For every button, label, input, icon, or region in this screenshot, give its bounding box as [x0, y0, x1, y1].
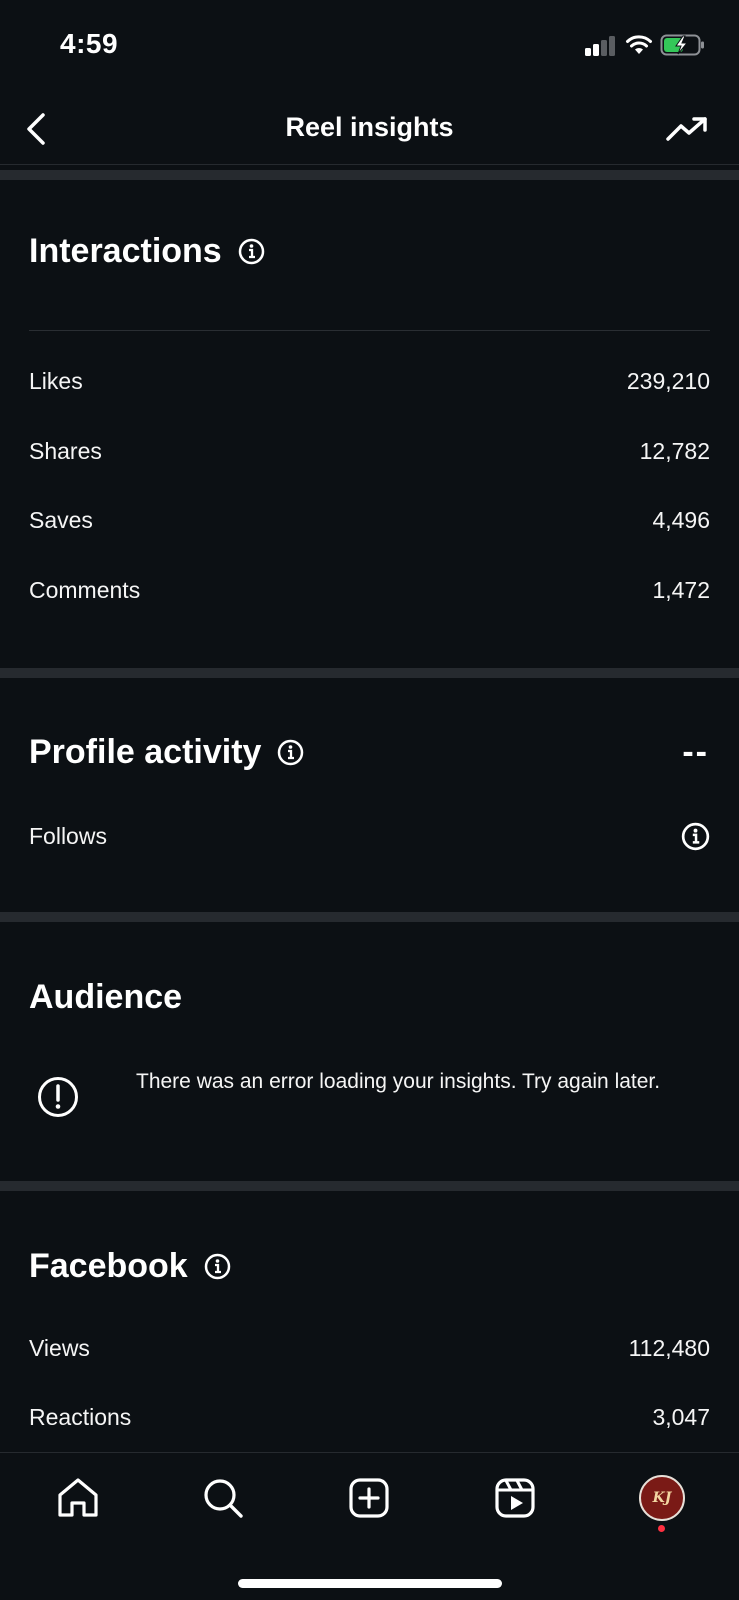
info-icon[interactable] — [204, 1253, 231, 1280]
page-title: Reel insights — [285, 112, 454, 142]
metric-value: 1,472 — [652, 576, 710, 603]
notification-dot — [658, 1525, 665, 1532]
trending-button[interactable] — [665, 109, 709, 149]
profile-activity-title-text: Profile activity — [29, 733, 262, 771]
home-indicator[interactable] — [238, 1579, 502, 1588]
profile-activity-title: Profile activity — [29, 733, 304, 772]
section-divider — [0, 912, 739, 922]
metric-row-likes: Likes 239,210 — [29, 361, 710, 401]
metric-value: 112,480 — [628, 1334, 710, 1361]
wifi-icon — [626, 35, 652, 54]
metric-value: 239,210 — [626, 367, 710, 394]
nav-home[interactable] — [53, 1473, 103, 1523]
metric-label: Saves — [29, 506, 93, 533]
metric-row-comments: Comments 1,472 — [29, 570, 710, 610]
metric-label: Comments — [29, 576, 141, 603]
nav-reels[interactable] — [490, 1473, 540, 1523]
metric-row-views: Views 112,480 — [29, 1328, 710, 1368]
info-icon[interactable] — [277, 739, 304, 766]
avatar-initials: KJ — [652, 1490, 672, 1506]
reels-icon — [495, 1478, 535, 1518]
metric-value: 12,782 — [639, 437, 710, 464]
section-divider — [0, 668, 739, 678]
nav-profile[interactable]: KJ — [637, 1473, 687, 1523]
audience-title-text: Audience — [29, 978, 183, 1016]
home-icon — [58, 1478, 98, 1517]
section-divider — [0, 1181, 739, 1191]
battery-charging-icon — [660, 34, 704, 56]
metric-value: 3,047 — [652, 1403, 710, 1430]
bottom-nav: KJ — [0, 1452, 739, 1600]
metric-row-shares: Shares 12,782 — [29, 431, 710, 471]
header: Reel insights — [0, 95, 739, 165]
status-time: 4:59 — [60, 28, 119, 59]
search-icon — [204, 1479, 243, 1518]
metric-label: Reactions — [29, 1403, 132, 1430]
profile-activity-value: -- — [682, 733, 709, 771]
metric-value: 4,496 — [652, 506, 710, 533]
status-bar: 4:59 — [0, 0, 739, 95]
metric-label: Views — [29, 1334, 90, 1361]
info-icon[interactable] — [681, 822, 710, 851]
audience-title: Audience — [29, 978, 182, 1017]
error-message: There was an error loading your insights… — [136, 1070, 661, 1093]
interactions-title: Interactions — [29, 232, 265, 271]
cellular-signal-icon — [585, 36, 615, 56]
divider-line — [29, 330, 710, 331]
metric-row-reactions: Reactions 3,047 — [29, 1397, 710, 1437]
interactions-title-text: Interactions — [29, 232, 222, 270]
facebook-title: Facebook — [29, 1247, 231, 1286]
error-icon — [38, 1077, 78, 1117]
avatar: KJ — [639, 1475, 685, 1521]
metric-label: Follows — [29, 822, 107, 849]
metric-row-saves: Saves 4,496 — [29, 500, 710, 540]
trending-up-icon — [666, 117, 707, 141]
metric-label: Shares — [29, 437, 102, 464]
section-divider — [0, 170, 739, 180]
create-icon — [349, 1478, 389, 1518]
facebook-title-text: Facebook — [29, 1247, 188, 1285]
reel-insights-screen: 4:59 Reel insights Interactions Likes 23… — [0, 0, 739, 1600]
nav-search[interactable] — [198, 1473, 248, 1523]
metric-label: Likes — [29, 367, 83, 394]
nav-create[interactable] — [344, 1473, 394, 1523]
info-icon[interactable] — [238, 238, 265, 265]
audience-error: There was an error loading your insights… — [29, 1068, 710, 1128]
metric-row-follows: Follows — [29, 816, 710, 856]
